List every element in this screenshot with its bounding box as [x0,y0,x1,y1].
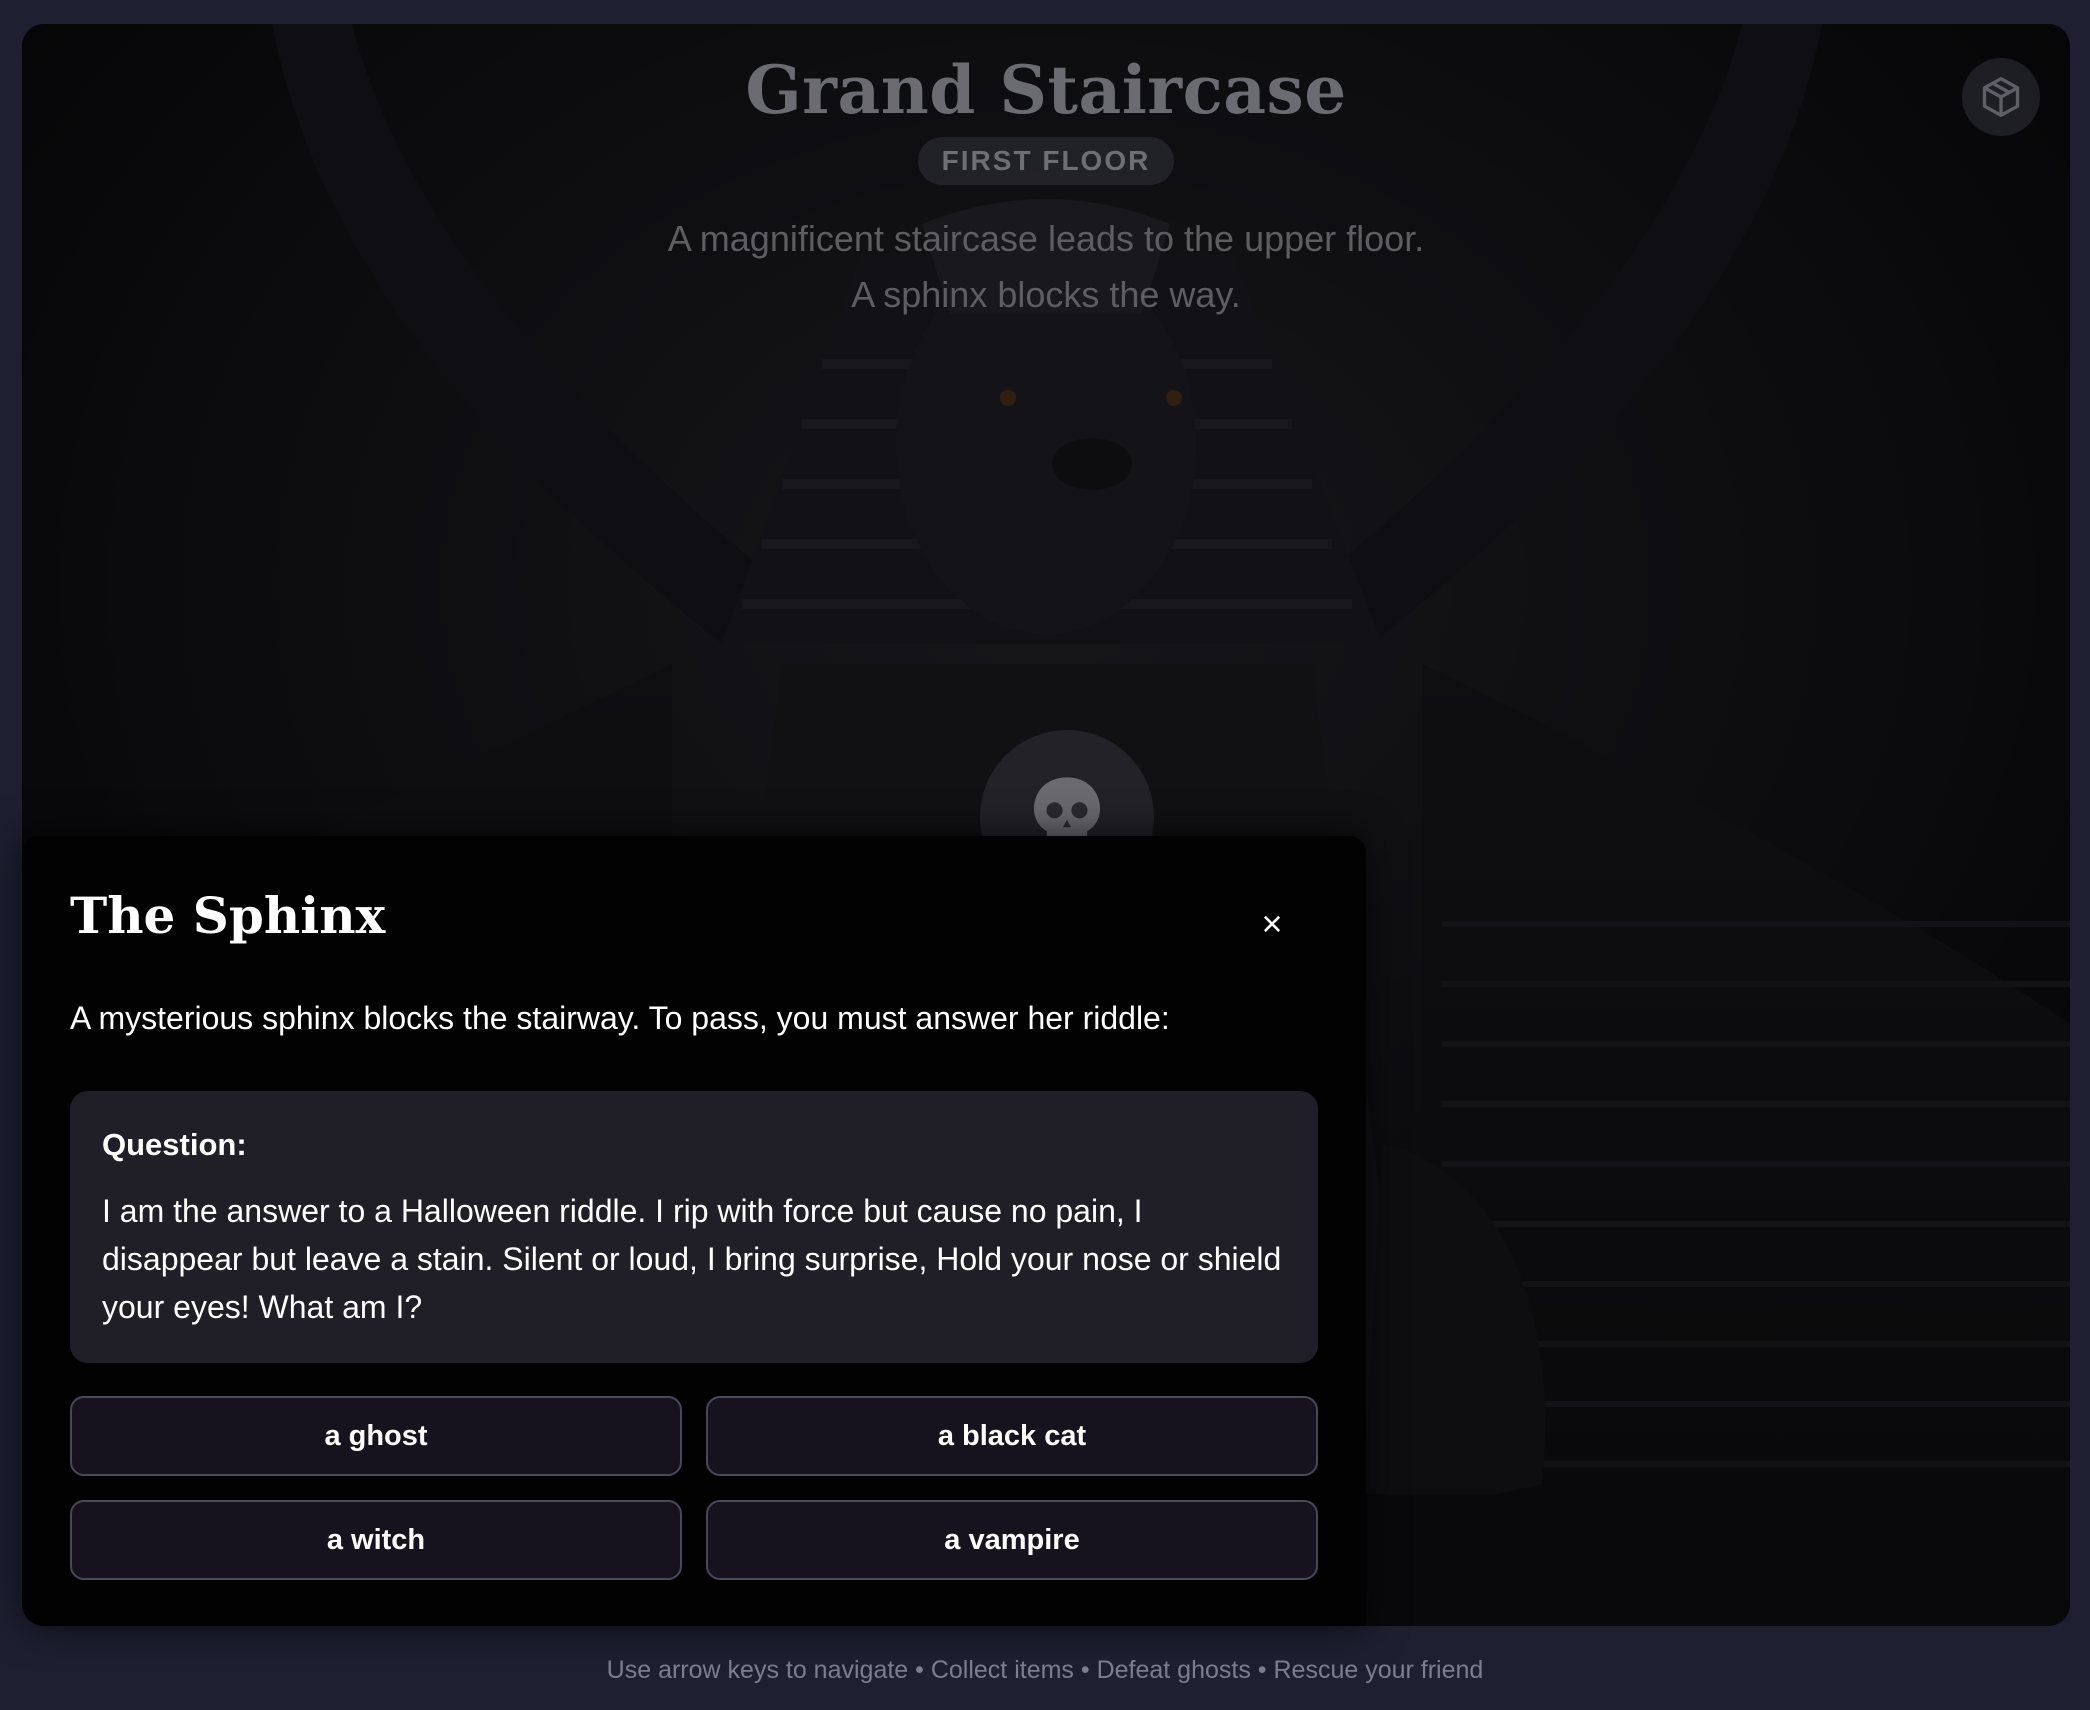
riddle-dialog: The Sphinx × A mysterious sphinx blocks … [22,836,1366,1626]
inventory-button[interactable] [1962,58,2040,136]
room-description-line: A sphinx blocks the way. [851,273,1241,315]
answer-button-vampire[interactable]: a vampire [706,1500,1318,1580]
answer-button-witch[interactable]: a witch [70,1500,682,1580]
dialog-title: The Sphinx [70,886,386,945]
answer-button-ghost[interactable]: a ghost [70,1396,682,1476]
controls-hint: Use arrow keys to navigate • Collect ite… [606,1656,1484,1684]
close-icon: × [1261,903,1283,944]
question-label: Question: [102,1127,247,1162]
answer-button-black-cat[interactable]: a black cat [706,1396,1318,1476]
answer-options: a ghost a black cat a witch a vampire [70,1396,1318,1580]
cube-icon [1982,77,2020,117]
close-button[interactable]: × [1252,903,1292,944]
room-header: Grand Staircase FIRST FLOOR A magnificen… [22,54,2070,323]
question-box: Question: I am the answer to a Halloween… [70,1091,1318,1363]
room-title: Grand Staircase [745,51,1347,129]
room-description-line: A magnificent staircase leads to the upp… [667,217,1425,259]
room-description: A magnificent staircase leads to the upp… [22,211,2070,323]
dialog-intro: A mysterious sphinx blocks the stairway.… [70,1000,1170,1036]
floor-badge: FIRST FLOOR [917,136,1175,185]
question-text: I am the answer to a Halloween riddle. I… [102,1193,1282,1325]
